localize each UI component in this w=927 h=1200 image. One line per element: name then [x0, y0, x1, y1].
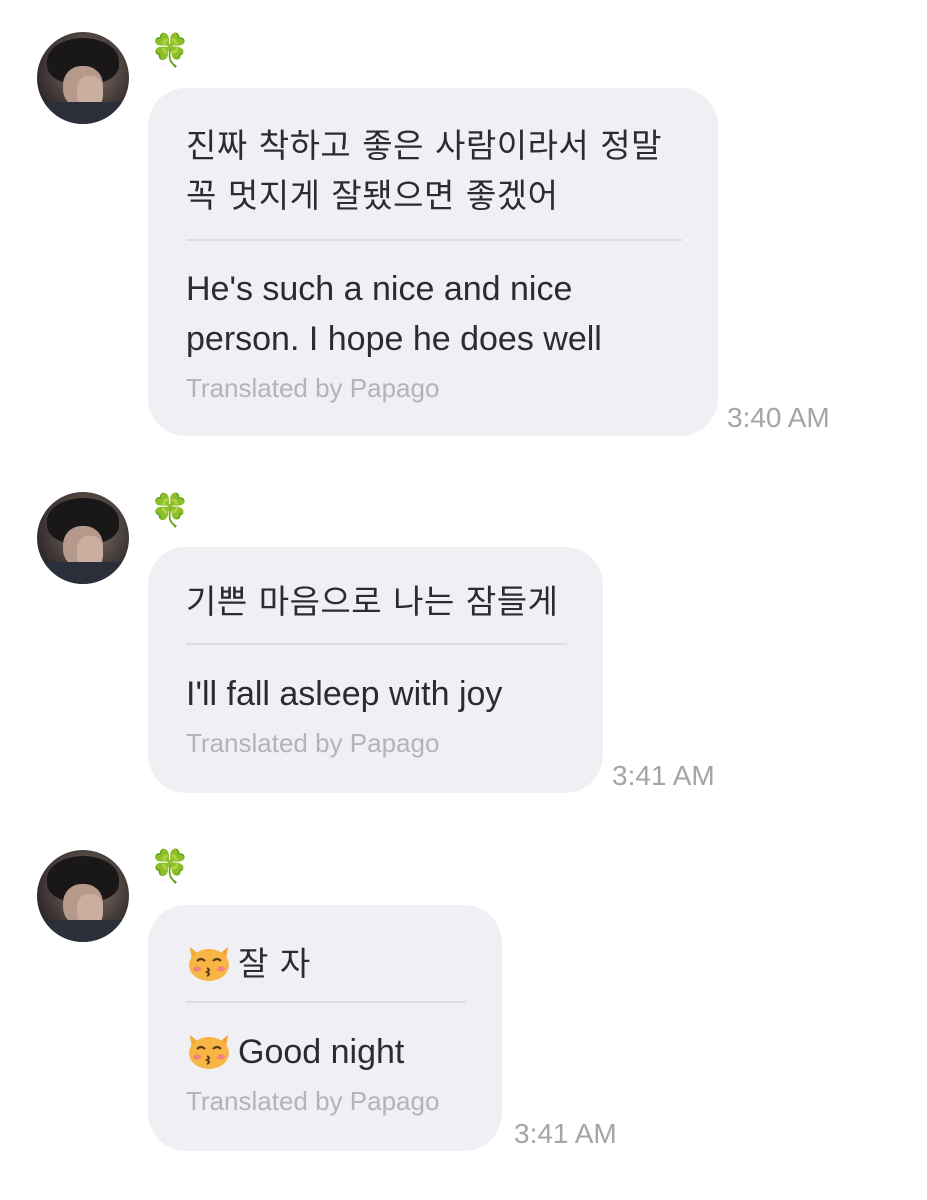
translated-text: Good night	[238, 1033, 405, 1071]
translated-line: Good night	[186, 1027, 466, 1081]
timestamp: 3:41 AM	[612, 760, 715, 791]
original-line: 잘 자	[186, 939, 466, 1001]
translated-text: He's such a nice and nice person. I hope…	[186, 270, 602, 358]
divider	[186, 1001, 466, 1003]
four-leaf-clover-icon: 🍀	[150, 847, 190, 885]
avatar[interactable]	[37, 850, 129, 942]
avatar[interactable]	[37, 492, 129, 584]
message-bubble[interactable]: 진짜 착하고 좋은 사람이라서 정말 꼭 멋지게 잘됐으면 좋겠어 He's s…	[148, 88, 718, 436]
translation-credit: Translated by Papago	[186, 728, 440, 758]
timestamp: 3:40 AM	[727, 402, 830, 433]
original-text: 기쁜 마음으로 나는 잠들게	[186, 582, 559, 621]
message-bubble[interactable]: 잘 자 Good night Translated by Papago	[148, 905, 502, 1151]
translated-text: I'll fall asleep with joy	[186, 675, 503, 713]
divider	[186, 239, 682, 241]
four-leaf-clover-icon: 🍀	[150, 491, 190, 529]
original-text: 진짜 착하고 좋은 사람이라서 정말 꼭 멋지게 잘됐으면 좋겠어	[186, 126, 662, 215]
translation-credit: Translated by Papago	[186, 1086, 440, 1116]
avatar[interactable]	[37, 32, 129, 124]
kissing-cat-icon	[189, 1035, 229, 1069]
timestamp: 3:41 AM	[514, 1118, 617, 1149]
divider	[186, 643, 567, 645]
kissing-cat-icon	[189, 947, 229, 981]
original-text: 잘 자	[238, 944, 311, 983]
four-leaf-clover-icon: 🍀	[150, 31, 190, 69]
translation-credit: Translated by Papago	[186, 373, 440, 403]
message-bubble[interactable]: 기쁜 마음으로 나는 잠들게 I'll fall asleep with joy…	[148, 547, 603, 793]
